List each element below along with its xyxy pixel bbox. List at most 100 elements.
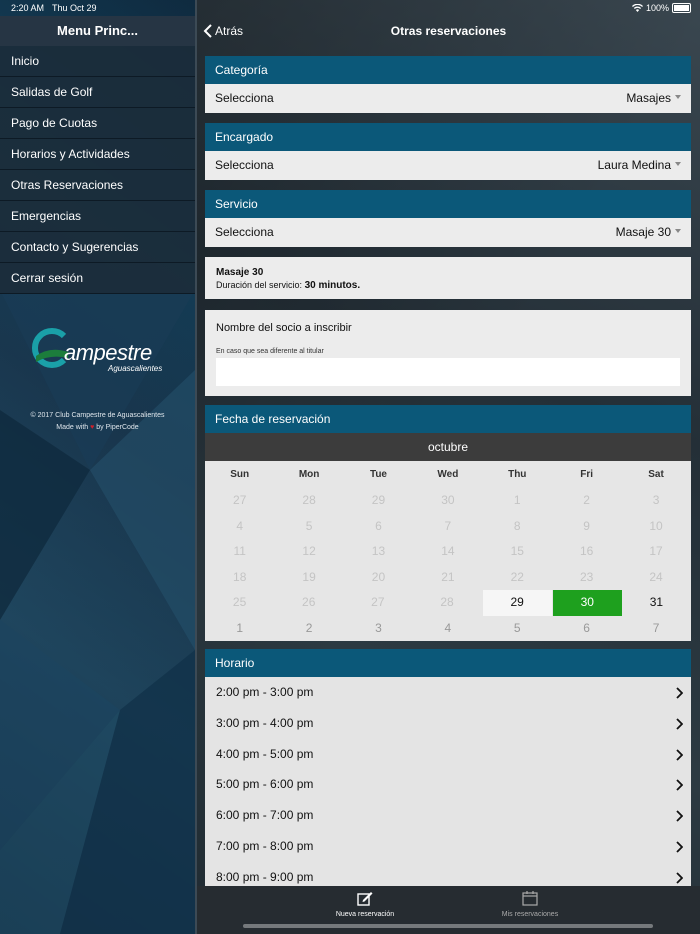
calendar-day: 8 [513,518,521,533]
calendar-week: 25 26 27 28 29 30 31 [205,590,691,616]
sidebar-item-salidas-de-golf[interactable]: Salidas de Golf [0,77,195,108]
time-slot[interactable]: 2:00 pm - 3:00 pm [205,677,691,708]
tab-nueva-reservacion[interactable]: Nueva reservación [295,891,435,918]
calendar-day: 1 [513,493,521,507]
sidebar-item-pago-de-cuotas[interactable]: Pago de Cuotas [0,108,195,139]
calendar-day: 25 [232,595,247,609]
made-with-prefix: Made with [56,424,89,431]
calendar-day: 3 [652,493,660,507]
calendar-day: 26 [302,595,316,609]
calendar-day: 18 [233,569,247,584]
calendar-day: 27 [371,595,385,609]
categoria-value-wrap: Masajes [626,84,681,113]
navbar: Atrás Otras reservaciones [197,16,700,46]
service-info: Masaje 30 Duración del servicio: 30 minu… [205,257,691,299]
sidebar-item-emergencias[interactable]: Emergencias [0,201,195,232]
calendar-week: 4 5 6 7 8 9 10 [205,514,691,540]
calendar-day-selected[interactable]: 30 [552,590,622,616]
caret-down-icon [675,161,681,166]
socio-name-input[interactable] [216,358,680,386]
weekday-thu: Thu [508,469,527,480]
weekday-fri: Fri [580,469,594,480]
tab-label: Mis reservaciones [501,911,559,918]
sidebar-item-contacto-y-sugerencias[interactable]: Contacto y Sugerencias [0,232,195,263]
calendar-grid: Sun Mon Tue Wed Thu Fri Sat 27 28 29 30 … [205,461,691,641]
calendar-day: 2 [305,620,313,635]
calendar-day: 28 [440,595,454,609]
servicio-label: Selecciona [215,225,274,239]
home-indicator [243,924,653,928]
calendar-day: 2 [583,493,590,507]
time-slot[interactable]: 8:00 pm - 9:00 pm [205,862,691,886]
calendar-day-today[interactable]: 29 [482,590,552,616]
weekday-sun: Sun [230,469,250,480]
chevron-right-icon [676,687,683,699]
tab-mis-reservaciones[interactable]: Mis reservaciones [460,891,600,918]
sidebar-item-inicio[interactable]: Inicio [0,46,195,77]
copyright: © 2017 Club Campestre de Aguascalientes … [0,410,195,434]
page-title: Otras reservaciones [390,24,507,38]
tab-label: Nueva reservación [335,911,395,918]
made-with: Made with ♥ by PiperCode [0,422,195,434]
main-content: Atrás Otras reservaciones Categoría Sele… [197,0,700,934]
club-logo: ampestre Aguascalientes [30,326,170,382]
calendar-day: 9 [583,518,590,533]
slot-label: 2:00 pm - 3:00 pm [216,685,314,699]
calendar-day-available[interactable]: 31 [622,590,691,616]
logo-text: ampestre [64,340,152,365]
categoria-header: Categoría [205,56,691,84]
servicio-value-wrap: Masaje 30 [616,218,681,247]
categoria-select[interactable]: Selecciona Masajes [205,84,691,113]
calendar-week: 1 2 3 4 5 6 7 [205,616,691,642]
sidebar-item-horarios-y-actividades[interactable]: Horarios y Actividades [0,139,195,170]
calendar-day: 13 [371,544,386,558]
status-time: 2:20 AM [11,3,45,13]
chevron-left-icon [203,24,212,38]
sidebar-menu: Inicio Salidas de Golf Pago de Cuotas Ho… [0,46,195,294]
socio-section: Nombre del socio a inscribir En caso que… [205,310,691,396]
time-slot[interactable]: 5:00 pm - 6:00 pm [205,769,691,800]
sidebar-item-cerrar-sesion[interactable]: Cerrar sesión [0,263,195,294]
encargado-header: Encargado [205,123,691,151]
calendar-day: 7 [444,518,452,533]
chevron-right-icon [676,748,683,761]
slot-label: 6:00 pm - 7:00 pm [216,808,314,823]
calendar-week: 18 19 20 21 22 23 24 [205,565,691,591]
encargado-value-wrap: Laura Medina [598,151,681,180]
calendar-day: 5 [305,518,313,533]
chevron-right-icon [676,841,683,853]
calendar-day: 29 [371,493,386,507]
time-slot[interactable]: 3:00 pm - 4:00 pm [205,708,691,739]
calendar-day: 27 [233,493,247,507]
servicio-select[interactable]: Selecciona Masaje 30 [205,218,691,247]
service-duration: Duración del servicio: 30 minutos. [216,279,680,292]
calendar-day: 24 [649,569,663,584]
status-date: Thu Oct 29 [52,3,97,13]
back-button[interactable]: Atrás [203,16,243,46]
heart-icon: ♥ [90,424,95,431]
chevron-right-icon [676,779,683,792]
calendar-day: 22 [510,569,524,584]
socio-title: Nombre del socio a inscribir [216,322,352,334]
calendar-day: 28 [302,493,316,507]
wifi-icon [631,4,643,12]
calendar-day: 12 [302,544,316,558]
categoria-value: Masajes [626,91,671,105]
sidebar-item-otras-reservaciones[interactable]: Otras Reservaciones [0,170,195,201]
chevron-right-icon [676,872,683,884]
caret-down-icon [675,228,681,233]
encargado-select[interactable]: Selecciona Laura Medina [205,151,691,180]
duration-prefix: Duración del servicio: [216,280,303,290]
time-slot[interactable]: 4:00 pm - 5:00 pm [205,739,691,770]
calendar-day: 16 [579,544,594,558]
calendar-day: 1 [236,620,244,635]
calendar-day: 30 [441,493,455,507]
battery-percent: 100% [645,3,669,13]
time-slot[interactable]: 7:00 pm - 8:00 pm [205,831,691,862]
logo-subtext: Aguascalientes [108,364,163,373]
calendar-day: 14 [441,544,455,558]
duration-value: 30 minutos. [304,280,361,291]
time-slot[interactable]: 6:00 pm - 7:00 pm [205,800,691,831]
socio-hint: En caso que sea diferente al titular [216,348,324,355]
calendar-icon [522,891,538,906]
